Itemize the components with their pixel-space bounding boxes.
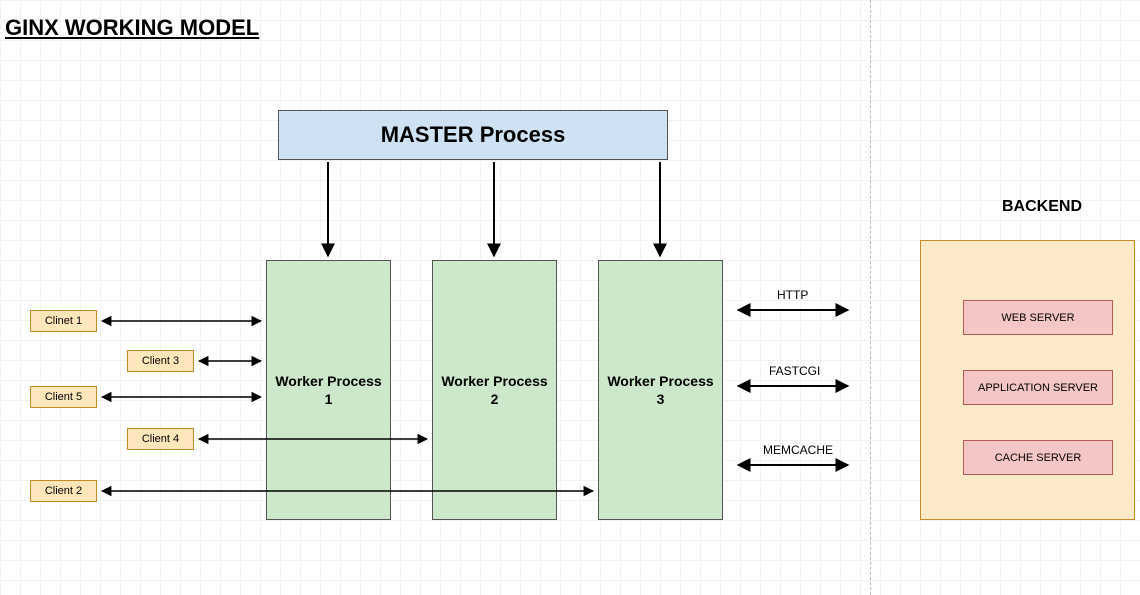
client-5-label: Client 5 (45, 391, 82, 403)
client-4-box: Client 4 (127, 428, 194, 450)
client-3-box: Client 3 (127, 350, 194, 372)
worker-1-label: Worker Process 1 (275, 372, 381, 408)
client-5-box: Client 5 (30, 386, 97, 408)
client-4-label: Client 4 (142, 433, 179, 445)
worker-process-1: Worker Process 1 (266, 260, 391, 520)
worker-process-3: Worker Process 3 (598, 260, 723, 520)
diagram-title: GINX WORKING MODEL (5, 15, 259, 41)
fastcgi-label: FASTCGI (769, 364, 820, 378)
master-process-label: MASTER Process (381, 122, 566, 148)
application-server-box: APPLICATION SERVER (963, 370, 1113, 405)
master-process-box: MASTER Process (278, 110, 668, 160)
client-2-label: Client 2 (45, 485, 82, 497)
web-server-label: WEB SERVER (1001, 312, 1074, 324)
client-2-box: Client 2 (30, 480, 97, 502)
web-server-box: WEB SERVER (963, 300, 1113, 335)
worker-3-label: Worker Process 3 (607, 372, 713, 408)
cache-server-label: CACHE SERVER (995, 452, 1082, 464)
worker-2-label: Worker Process 2 (441, 372, 547, 408)
backend-title: BACKEND (1002, 198, 1082, 216)
client-1-box: Clinet 1 (30, 310, 97, 332)
cache-server-box: CACHE SERVER (963, 440, 1113, 475)
worker-process-2: Worker Process 2 (432, 260, 557, 520)
memcache-label: MEMCACHE (763, 443, 833, 457)
client-1-label: Clinet 1 (45, 315, 82, 327)
http-label: HTTP (777, 288, 808, 302)
section-divider (870, 0, 871, 595)
client-3-label: Client 3 (142, 355, 179, 367)
app-server-label: APPLICATION SERVER (978, 382, 1098, 394)
